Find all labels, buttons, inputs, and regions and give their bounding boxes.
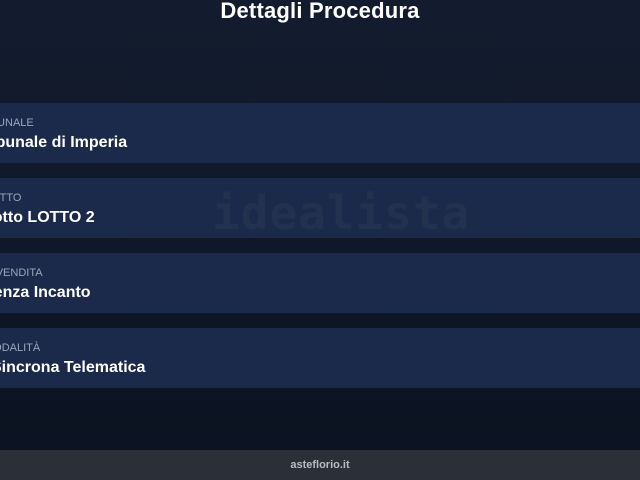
- detail-label: MODALITÀ: [0, 342, 41, 354]
- footer-site-name: asteflorio.it: [290, 459, 350, 471]
- detail-value: Lotto LOTTO 2: [0, 209, 95, 226]
- detail-value: Tribunale di Imperia: [0, 134, 128, 151]
- detail-value: Sincrona Telematica: [0, 359, 146, 376]
- detail-card-tribunale: TRIBUNALE Tribunale di Imperia: [0, 103, 640, 163]
- detail-label: TRIBUNALE: [0, 117, 34, 129]
- footer: asteflorio.it: [0, 450, 640, 480]
- detail-card-modalita: MODALITÀ Sincrona Telematica: [0, 328, 640, 388]
- detail-label: LOTTO: [0, 192, 22, 204]
- detail-value: Senza Incanto: [0, 284, 91, 301]
- detail-label: TIPO VENDITA: [0, 267, 43, 279]
- detail-card-tipo-vendita: TIPO VENDITA Senza Incanto: [0, 253, 640, 313]
- page-title: Dettagli Procedura: [220, 0, 420, 23]
- detail-card-lotto: LOTTO Lotto LOTTO 2: [0, 178, 640, 238]
